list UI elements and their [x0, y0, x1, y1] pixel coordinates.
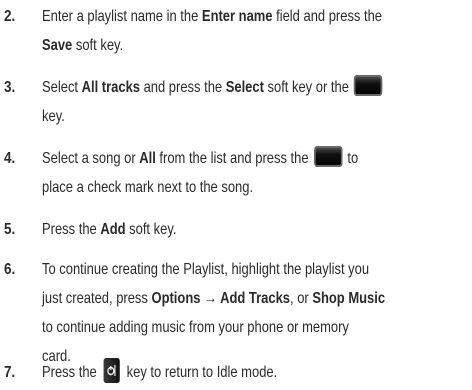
step-text: Select All tracks and press the Select s…	[42, 73, 467, 131]
text-line: to continue adding music from your phone…	[42, 313, 467, 342]
text-line: Select All tracks and press the Select s…	[42, 73, 467, 102]
text-run: To continue creating the Playlist, highl…	[42, 261, 370, 278]
text-line: Select a song or All from the list and p…	[42, 144, 467, 173]
text-run: key to return to Idle mode.	[126, 364, 278, 381]
text-run: Press the	[42, 364, 97, 381]
text-run: soft key.	[72, 37, 124, 54]
ui-term: Add	[100, 221, 126, 238]
ui-term: Save	[42, 37, 73, 54]
ui-term: Shop Music	[312, 290, 386, 307]
text-run: soft key.	[125, 221, 177, 238]
ui-term: All	[139, 150, 156, 167]
step-number: 7.	[4, 364, 16, 381]
step-number: 2.	[4, 8, 16, 25]
text-line: Press the key to return to Idle mode.	[42, 358, 467, 387]
step-text: Enter a playlist name in the Enter name …	[42, 2, 467, 60]
step-number: 5.	[4, 221, 16, 238]
text-run: just created, press	[42, 290, 152, 307]
text-run: to	[347, 150, 359, 167]
text-line: Save soft key.	[42, 31, 467, 60]
ui-term: Enter name	[201, 8, 273, 25]
text-run: field and press the	[272, 8, 383, 25]
step-text: Press the Add soft key.	[42, 215, 467, 244]
text-line: Press the Add soft key.	[42, 215, 467, 244]
step-text: Select a song or All from the list and p…	[42, 144, 467, 202]
text-run: Select	[42, 79, 82, 96]
text-run: key.	[42, 108, 65, 125]
ok-key-icon	[313, 146, 343, 167]
text-run: Select a song or	[42, 150, 140, 167]
step-number: 3.	[4, 79, 16, 96]
text-line: just created, press Options → Add Tracks…	[42, 284, 467, 313]
ui-term: All tracks	[81, 79, 140, 96]
text-run: place a check mark next to the song.	[42, 179, 254, 196]
ui-term: Options → Add Tracks	[151, 290, 290, 307]
text-line: To continue creating the Playlist, highl…	[42, 255, 467, 284]
end-key-icon	[103, 358, 120, 383]
text-run: , or	[289, 290, 313, 307]
manual-page: 2. Enter a playlist name in the Enter na…	[0, 0, 472, 390]
step-text: Press the key to return to Idle mode.	[42, 358, 467, 387]
text-run: to continue adding music from your phone…	[42, 319, 349, 336]
text-line: Enter a playlist name in the Enter name …	[42, 2, 467, 31]
step-number: 4.	[4, 150, 16, 167]
text-line: key.	[42, 102, 467, 131]
text-run: Press the	[42, 221, 101, 238]
step-text: To continue creating the Playlist, highl…	[42, 255, 467, 371]
text-line: place a check mark next to the song.	[42, 173, 467, 202]
text-run: from the list and press the	[155, 150, 309, 167]
text-run: Enter a playlist name in the	[42, 8, 202, 25]
text-run: soft key or the	[263, 79, 349, 96]
ok-key-icon	[354, 75, 383, 96]
step-number: 6.	[4, 261, 16, 278]
text-run: and press the	[139, 79, 226, 96]
ui-term: Select	[225, 79, 264, 96]
